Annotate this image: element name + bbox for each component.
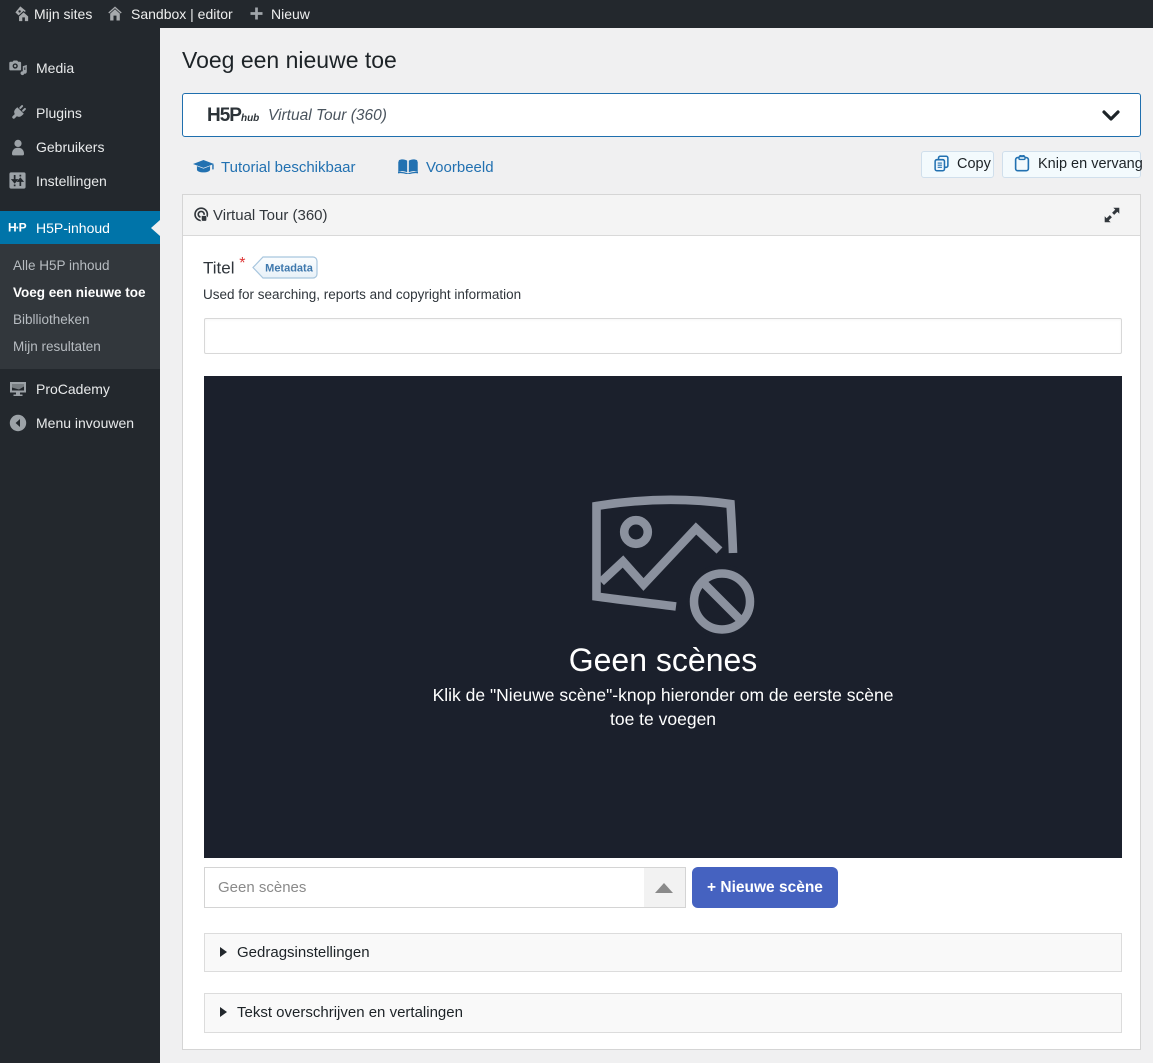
svg-text:H·P: H·P (8, 221, 27, 234)
svg-text:Metadata: Metadata (265, 262, 314, 274)
